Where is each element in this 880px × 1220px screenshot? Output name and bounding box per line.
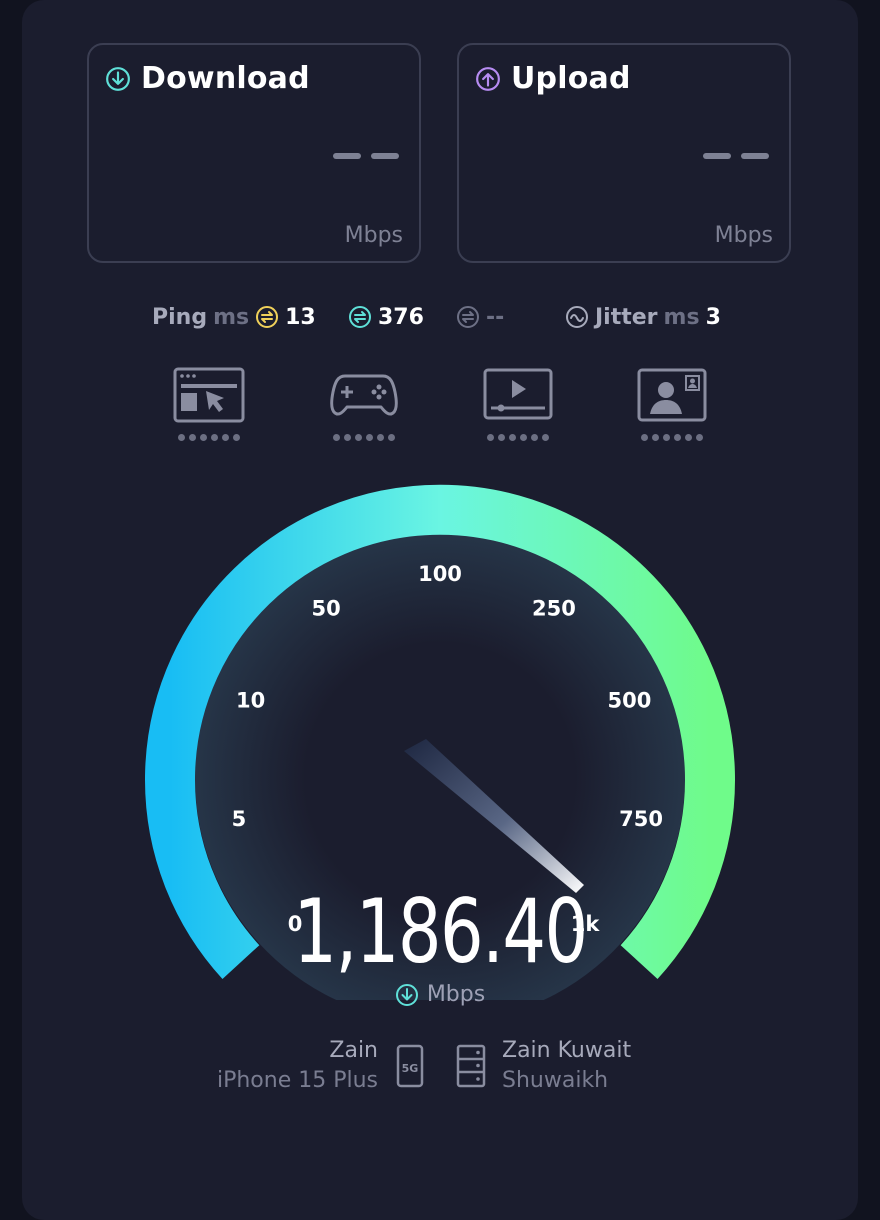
download-arrow-icon <box>395 983 418 1006</box>
download-ping-stat: 376 <box>348 300 424 334</box>
server-info[interactable]: Zain Kuwait Shuwaikh <box>502 1036 631 1096</box>
web-browsing-icon <box>173 367 245 423</box>
gauge-tick-label: 100 <box>418 562 462 586</box>
server-location: Shuwaikh <box>502 1068 609 1093</box>
gauge-tick-label: 50 <box>311 597 340 621</box>
download-title: Download <box>141 61 310 96</box>
web-browsing-rating[interactable] <box>169 366 249 450</box>
upload-ping-icon <box>457 306 479 328</box>
upload-ping-stat: -- <box>456 300 504 334</box>
jitter-label: Jitter <box>595 304 658 330</box>
ping-unit: ms <box>213 304 250 330</box>
speed-unit-label: Mbps <box>426 982 486 1007</box>
activity-ratings <box>0 366 880 456</box>
rating-dots <box>632 434 712 441</box>
carrier-name: Zain <box>329 1038 378 1063</box>
rating-dots <box>478 434 558 441</box>
network-type: 5G <box>402 1062 419 1075</box>
download-unit: Mbps <box>344 223 403 248</box>
rating-dots <box>169 434 249 441</box>
latency-stats: Ping ms 13 376 -- Jitter ms 3 <box>0 300 880 334</box>
upload-ping-value: -- <box>486 304 505 330</box>
device-model: iPhone 15 Plus <box>216 1068 378 1093</box>
upload-arrow-icon <box>476 66 500 91</box>
server-icon <box>456 1044 486 1088</box>
download-ping-icon <box>349 306 371 328</box>
video-call-icon <box>637 368 707 422</box>
network-5g-icon: 5G <box>396 1044 424 1088</box>
gauge-tick-label: 750 <box>619 807 663 831</box>
idle-ping-icon <box>256 306 279 328</box>
download-ping-value: 376 <box>378 304 424 330</box>
upload-card: Upload Mbps <box>457 43 791 263</box>
device-info: Zain iPhone 15 Plus <box>217 1036 378 1096</box>
ping-stat: Ping ms 13 <box>152 300 316 334</box>
jitter-stat: Jitter ms 3 <box>565 300 721 334</box>
speed-unit: Mbps <box>0 982 880 1007</box>
jitter-icon <box>566 306 588 328</box>
gauge-tick-label: 250 <box>532 597 576 621</box>
video-call-rating[interactable] <box>632 366 712 450</box>
connection-info: Zain iPhone 15 Plus 5G Zain Kuwait Shuwa… <box>0 1036 880 1100</box>
download-arrow-icon <box>106 66 130 91</box>
upload-unit: Mbps <box>714 223 773 248</box>
gauge-tick-label: 5 <box>232 807 247 831</box>
speed-reading: 1,186.40 <box>293 880 588 983</box>
gaming-rating[interactable] <box>324 366 404 450</box>
video-streaming-icon <box>483 368 553 420</box>
upload-title: Upload <box>511 61 631 96</box>
jitter-unit: ms <box>663 304 700 330</box>
download-value-placeholder <box>333 153 399 159</box>
rating-dots <box>324 434 404 441</box>
video-streaming-rating[interactable] <box>478 366 558 450</box>
download-card: Download Mbps <box>87 43 421 263</box>
jitter-value: 3 <box>705 304 721 330</box>
ping-label: Ping <box>152 304 208 330</box>
gaming-icon <box>330 374 398 416</box>
upload-value-placeholder <box>703 153 769 159</box>
gauge-tick-label: 10 <box>236 689 265 713</box>
gauge-tick-label: 500 <box>607 689 651 713</box>
idle-ping-value: 13 <box>285 304 316 330</box>
server-name: Zain Kuwait <box>502 1038 632 1063</box>
